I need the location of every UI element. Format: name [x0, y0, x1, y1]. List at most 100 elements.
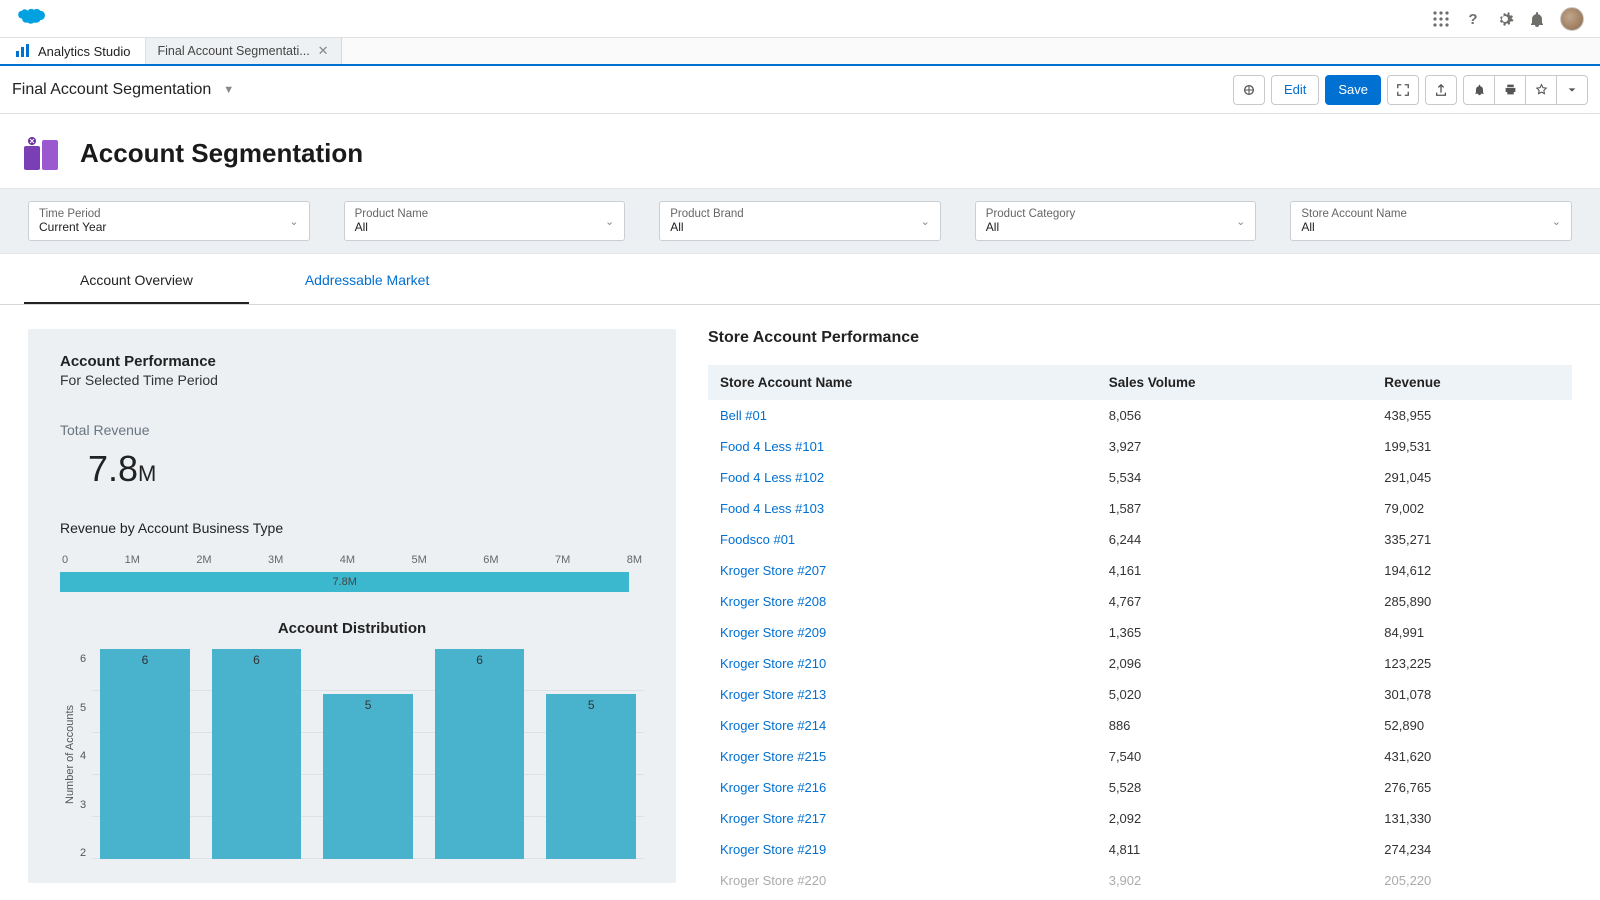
store-name-link[interactable]: Kroger Store #209 — [708, 617, 1097, 648]
distribution-bar-value: 6 — [142, 653, 149, 667]
revenue-cell: 84,991 — [1372, 617, 1572, 648]
explore-button-icon[interactable] — [1233, 75, 1265, 105]
dist-ytick: 4 — [80, 750, 86, 762]
page-name[interactable]: Final Account Segmentation ▼ — [12, 81, 234, 99]
hbar-tick: 3M — [268, 554, 283, 566]
sales-volume-cell: 886 — [1097, 710, 1373, 741]
sales-volume-cell: 4,161 — [1097, 555, 1373, 586]
store-name-link[interactable]: Food 4 Less #102 — [708, 462, 1097, 493]
distribution-bar[interactable]: 5 — [546, 694, 636, 859]
tab-addressable-market[interactable]: Addressable Market — [249, 258, 486, 304]
table-row: Bell #018,056438,955 — [708, 400, 1572, 431]
hbar-value-label: 7.8M — [332, 576, 356, 588]
store-name-link[interactable]: Bell #01 — [708, 400, 1097, 431]
filter-label: Product Name — [355, 208, 429, 220]
page-title-dropdown-icon[interactable]: ▼ — [223, 84, 234, 96]
more-dropdown-icon[interactable] — [1556, 75, 1588, 105]
filter-label: Product Category — [986, 208, 1076, 220]
hbar-tick: 4M — [340, 554, 355, 566]
sales-volume-cell: 6,244 — [1097, 524, 1373, 555]
filter-store-account-name[interactable]: Store Account NameAll ⌄ — [1290, 201, 1572, 241]
avatar[interactable] — [1560, 7, 1584, 31]
filter-label: Store Account Name — [1301, 208, 1406, 220]
title-section: Account Segmentation — [0, 114, 1600, 188]
app-launcher-icon[interactable] — [1432, 10, 1450, 28]
store-performance-table: Store Account Name Sales Volume Revenue … — [708, 365, 1572, 896]
store-name-link[interactable]: Foodsco #01 — [708, 524, 1097, 555]
print-icon[interactable] — [1494, 75, 1526, 105]
filter-value: All — [1301, 220, 1406, 234]
close-tab-icon[interactable]: ✕ — [318, 43, 329, 59]
col-store-name[interactable]: Store Account Name — [708, 365, 1097, 400]
gear-icon[interactable] — [1496, 10, 1514, 28]
store-name-link[interactable]: Kroger Store #208 — [708, 586, 1097, 617]
filter-value: Current Year — [39, 220, 106, 234]
store-name-link[interactable]: Kroger Store #217 — [708, 803, 1097, 834]
main-area: Account Performance For Selected Time Pe… — [0, 305, 1600, 896]
store-name-link[interactable]: Food 4 Less #103 — [708, 493, 1097, 524]
table-row: Food 4 Less #1031,58779,002 — [708, 493, 1572, 524]
salesforce-logo-icon[interactable] — [8, 6, 46, 31]
store-name-link[interactable]: Food 4 Less #101 — [708, 431, 1097, 462]
distribution-bar-value: 5 — [588, 698, 595, 712]
dist-ytick: 5 — [80, 702, 86, 714]
filter-value: All — [670, 220, 744, 234]
distribution-bar-value: 5 — [365, 698, 372, 712]
edit-button[interactable]: Edit — [1271, 75, 1319, 105]
filter-product-name[interactable]: Product NameAll ⌄ — [344, 201, 626, 241]
revenue-cell: 194,612 — [1372, 555, 1572, 586]
revenue-cell: 131,330 — [1372, 803, 1572, 834]
store-name-link[interactable]: Kroger Store #220 — [708, 865, 1097, 896]
header-icons: ? — [1432, 7, 1584, 31]
fullscreen-icon[interactable] — [1387, 75, 1419, 105]
revenue-cell: 79,002 — [1372, 493, 1572, 524]
table-row: Kroger Store #2135,020301,078 — [708, 679, 1572, 710]
dist-ytick: 6 — [80, 653, 86, 665]
total-revenue-value: 7.8M — [88, 448, 644, 490]
sales-volume-cell: 1,365 — [1097, 617, 1373, 648]
distribution-title: Account Distribution — [60, 620, 644, 637]
revenue-cell: 274,234 — [1372, 834, 1572, 865]
help-icon[interactable]: ? — [1464, 10, 1482, 28]
save-button[interactable]: Save — [1325, 75, 1381, 105]
chevron-down-icon: ⌄ — [289, 215, 298, 228]
revenue-cell: 205,220 — [1372, 865, 1572, 896]
col-sales-volume[interactable]: Sales Volume — [1097, 365, 1373, 400]
distribution-bar[interactable]: 6 — [212, 649, 302, 859]
hbar-fill[interactable]: 7.8M — [60, 572, 629, 592]
filter-product-category[interactable]: Product CategoryAll ⌄ — [975, 201, 1257, 241]
distribution-bar[interactable]: 6 — [100, 649, 190, 859]
store-name-link[interactable]: Kroger Store #210 — [708, 648, 1097, 679]
filters-row: Time PeriodCurrent Year ⌄ Product NameAl… — [0, 188, 1600, 254]
filter-product-brand[interactable]: Product BrandAll ⌄ — [659, 201, 941, 241]
store-name-link[interactable]: Kroger Store #213 — [708, 679, 1097, 710]
sales-volume-cell: 2,096 — [1097, 648, 1373, 679]
distribution-bar[interactable]: 6 — [435, 649, 525, 859]
store-name-link[interactable]: Kroger Store #219 — [708, 834, 1097, 865]
store-name-link[interactable]: Kroger Store #215 — [708, 741, 1097, 772]
sales-volume-cell: 7,540 — [1097, 741, 1373, 772]
col-revenue[interactable]: Revenue — [1372, 365, 1572, 400]
dist-ytick: 2 — [80, 847, 86, 859]
notification-bell-icon[interactable] — [1528, 10, 1546, 28]
store-name-link[interactable]: Kroger Store #214 — [708, 710, 1097, 741]
filter-time-period[interactable]: Time PeriodCurrent Year ⌄ — [28, 201, 310, 241]
hbar-track: 7.8M — [60, 572, 644, 592]
tab-account-overview[interactable]: Account Overview — [24, 258, 249, 304]
workspace-tab-analytics[interactable]: Analytics Studio — [0, 38, 146, 64]
subscribe-bell-icon[interactable] — [1463, 75, 1495, 105]
account-performance-panel: Account Performance For Selected Time Pe… — [28, 329, 676, 883]
table-row: Kroger Store #2074,161194,612 — [708, 555, 1572, 586]
table-row: Food 4 Less #1013,927199,531 — [708, 431, 1572, 462]
distribution-bar[interactable]: 5 — [323, 694, 413, 859]
share-icon[interactable] — [1425, 75, 1457, 105]
revenue-cell: 285,890 — [1372, 586, 1572, 617]
store-name-link[interactable]: Kroger Store #216 — [708, 772, 1097, 803]
revenue-cell: 123,225 — [1372, 648, 1572, 679]
table-row: Kroger Store #2194,811274,234 — [708, 834, 1572, 865]
sales-volume-cell: 5,534 — [1097, 462, 1373, 493]
store-name-link[interactable]: Kroger Store #207 — [708, 555, 1097, 586]
sales-volume-cell: 8,056 — [1097, 400, 1373, 431]
favorite-star-icon[interactable] — [1525, 75, 1557, 105]
sub-tab-final-account-segmentation[interactable]: Final Account Segmentati... ✕ — [146, 38, 342, 64]
